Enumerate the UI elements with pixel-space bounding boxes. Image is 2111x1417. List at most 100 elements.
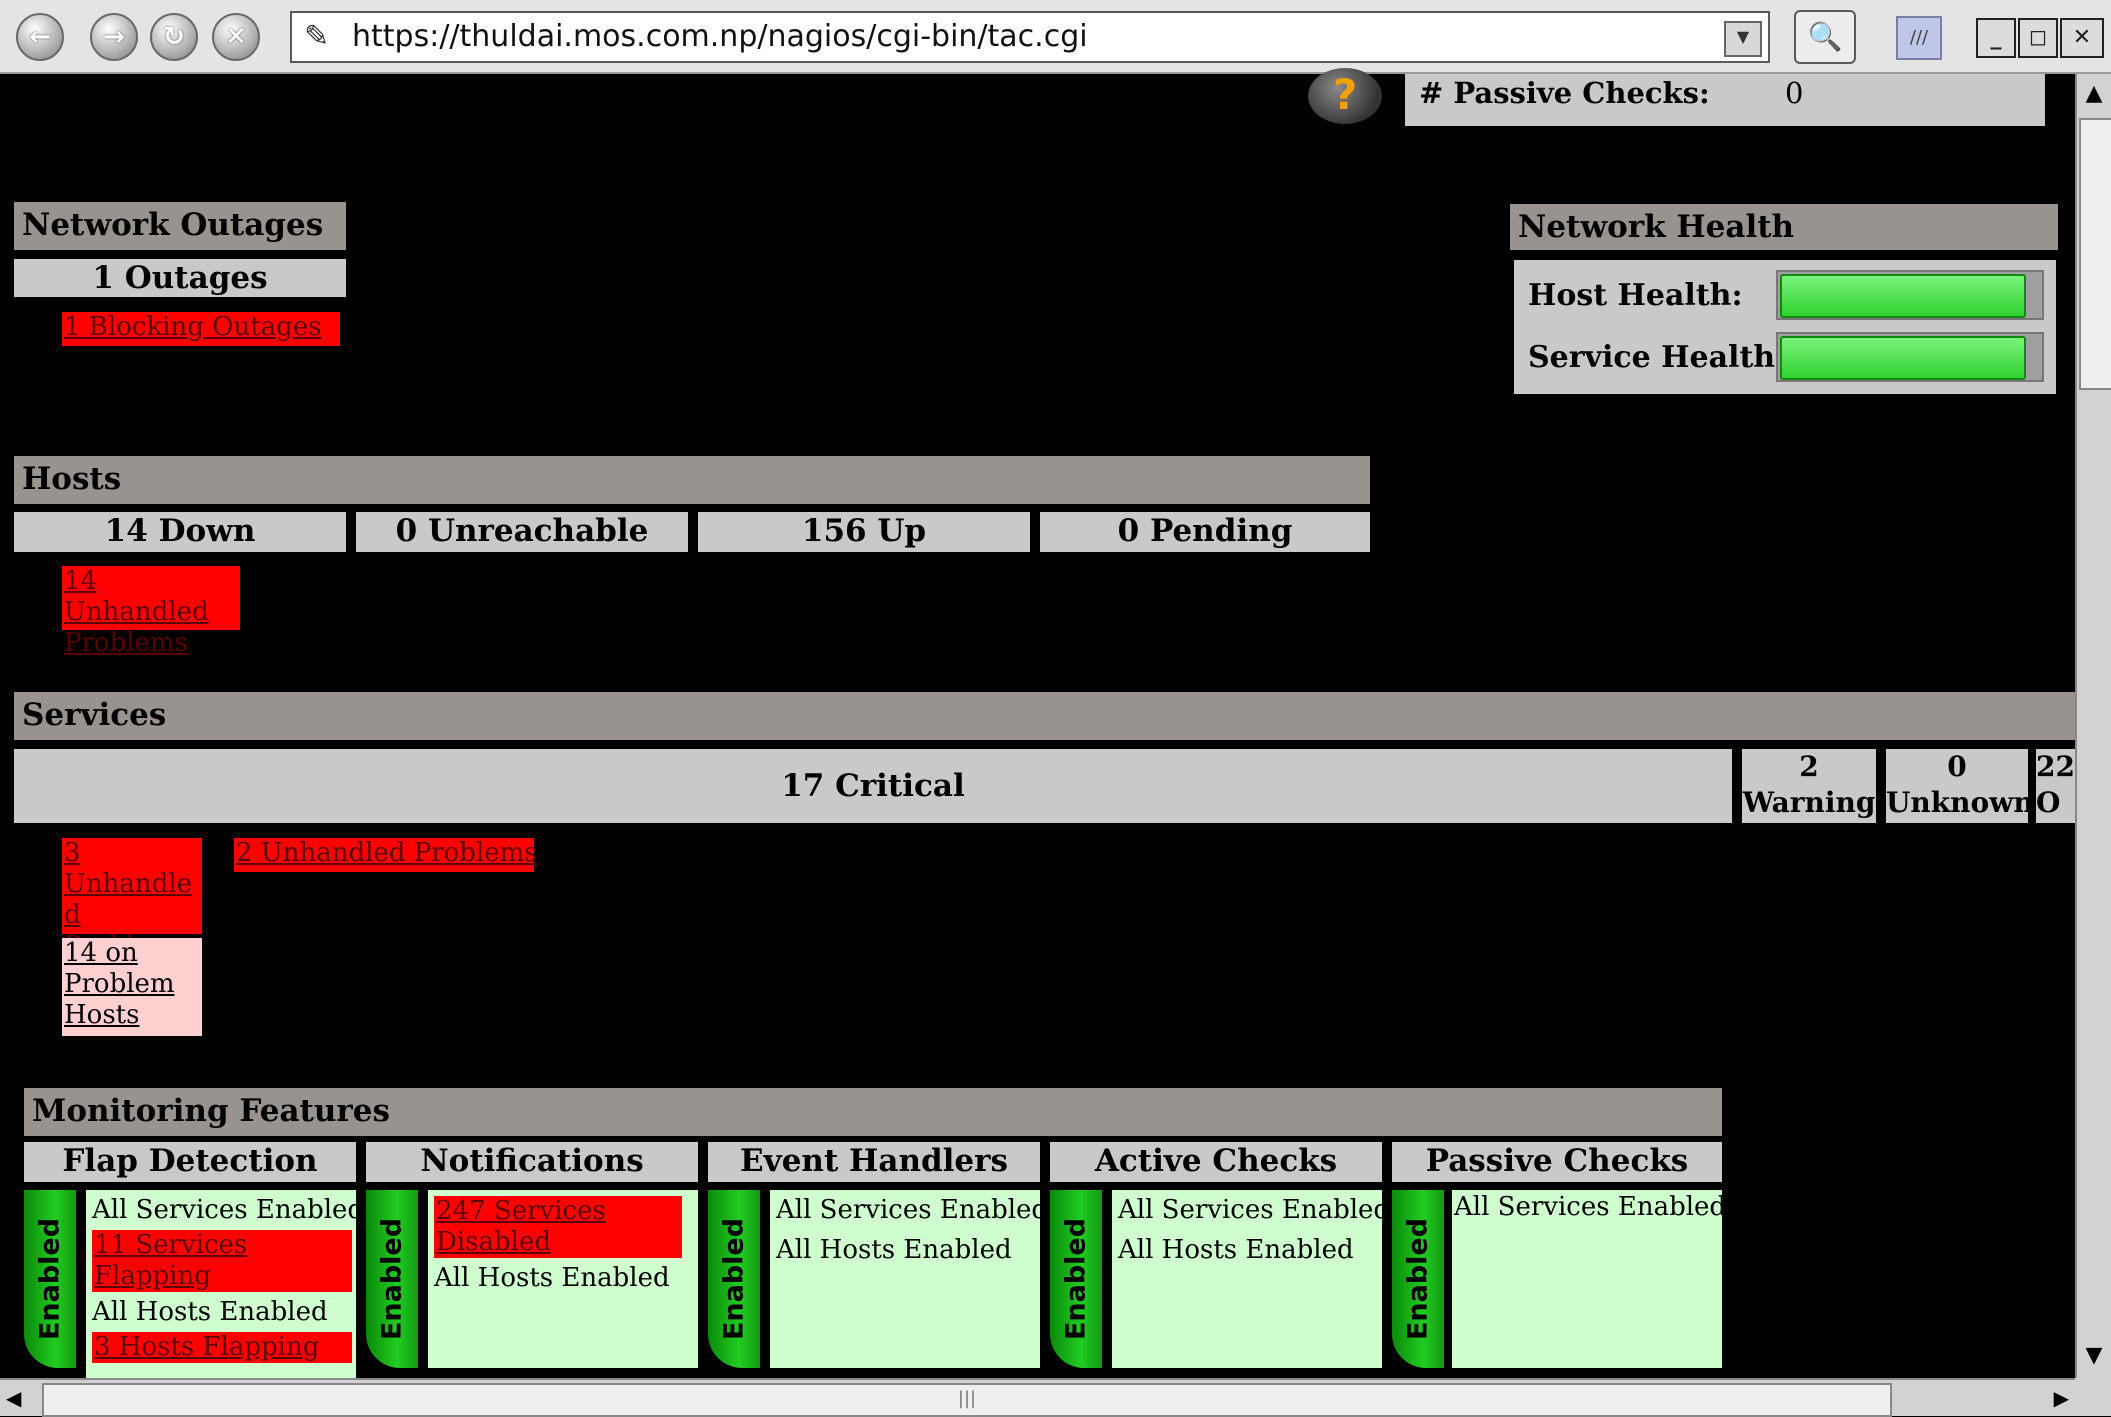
event-handlers-hosts-enabled[interactable]: All Hosts Enabled xyxy=(770,1230,1040,1270)
service-health-fill xyxy=(1780,336,2026,380)
services-critical[interactable]: 17 Critical xyxy=(14,749,1732,823)
outages-count[interactable]: 1 Outages xyxy=(14,259,346,297)
horizontal-scrollbar[interactable]: ◀ ||| ▶ xyxy=(0,1378,2075,1417)
service-health-bar xyxy=(1776,332,2044,382)
activity-indicator: /// xyxy=(1896,16,1942,60)
scroll-right-icon[interactable]: ▶ xyxy=(2039,1382,2069,1414)
stop-button[interactable]: ✕ xyxy=(212,13,260,61)
hosts-unreachable[interactable]: 0 Unreachable xyxy=(356,512,688,552)
warning-label: Warning xyxy=(1742,786,1876,819)
scroll-left-icon[interactable]: ◀ xyxy=(6,1382,36,1414)
ok-count: 22 xyxy=(2036,750,2075,783)
col-passive-checks: Passive Checks xyxy=(1392,1142,1722,1182)
forward-button[interactable]: → xyxy=(90,13,138,61)
unknown-label: Unknown xyxy=(1886,786,2034,819)
minimize-icon: _ xyxy=(1990,25,2002,50)
question-mark-icon: ? xyxy=(1332,70,1358,119)
forward-arrow-icon: → xyxy=(103,22,125,52)
help-icon[interactable]: ? xyxy=(1308,68,1382,124)
browser-toolbar: ← → ↻ ✕ ✎ https://thuldai.mos.com.np/nag… xyxy=(0,0,2111,74)
enabled-label: Enabled xyxy=(34,1217,66,1341)
event-handlers-box: All Services Enabled All Hosts Enabled xyxy=(770,1190,1048,1368)
throbber-icon: /// xyxy=(1909,27,1929,48)
enabled-label: Enabled xyxy=(718,1217,750,1341)
warning-unhandled-problems-link[interactable]: 2 Unhandled Problems xyxy=(234,838,538,872)
blocking-outages-link[interactable]: 1 Blocking Outages xyxy=(62,312,340,346)
active-checks-hosts-enabled[interactable]: All Hosts Enabled xyxy=(1112,1230,1382,1270)
active-checks-enabled-tab[interactable]: Enabled xyxy=(1050,1190,1102,1368)
col-active-checks: Active Checks xyxy=(1050,1142,1382,1182)
back-button[interactable]: ← xyxy=(16,13,64,61)
passive-checks-row: # Passive Checks: 0 xyxy=(1405,74,2045,126)
flap-services-flapping-link[interactable]: 11 Services Flapping xyxy=(92,1230,352,1292)
network-health-panel: Host Health: Service Health: xyxy=(1514,260,2056,394)
passive-checks-enabled-tab[interactable]: Enabled xyxy=(1392,1190,1444,1368)
active-checks-box: All Services Enabled All Hosts Enabled xyxy=(1112,1190,1390,1368)
hosts-header: Hosts xyxy=(14,456,1370,504)
horizontal-scroll-thumb[interactable]: ||| xyxy=(42,1383,1892,1417)
enabled-label: Enabled xyxy=(1060,1217,1092,1341)
page-icon: ✎ xyxy=(304,19,330,54)
event-handlers-services-enabled[interactable]: All Services Enabled xyxy=(770,1190,1048,1230)
hosts-up[interactable]: 156 Up xyxy=(698,512,1030,552)
flap-hosts-enabled[interactable]: All Hosts Enabled xyxy=(86,1292,356,1332)
passive-checks-value: 0 xyxy=(1785,76,1804,110)
scroll-down-icon[interactable]: ▼ xyxy=(2079,1338,2109,1374)
notifications-enabled-tab[interactable]: Enabled xyxy=(366,1190,418,1368)
maximize-button[interactable]: ◻ xyxy=(2018,18,2058,58)
flap-services-enabled[interactable]: All Services Enabled xyxy=(86,1190,356,1230)
url-dropdown-icon[interactable]: ▼ xyxy=(1724,21,1762,57)
notifications-services-disabled-link[interactable]: 247 Services Disabled xyxy=(434,1196,682,1258)
services-unknown[interactable]: 0 Unknown xyxy=(1886,749,2034,823)
col-notifications: Notifications xyxy=(366,1142,698,1182)
critical-unhandled-problems-link[interactable]: 3 Unhandled Problems xyxy=(62,838,202,961)
critical-on-problem-hosts-link[interactable]: 14 on Problem Hosts xyxy=(62,938,202,1036)
warning-count: 2 xyxy=(1799,750,1819,783)
unknown-count: 0 xyxy=(1947,750,1967,783)
passive-checks-box: All Services Enabled xyxy=(1452,1190,1726,1368)
reload-icon: ↻ xyxy=(163,22,185,52)
magnifier-icon: 🔍 xyxy=(1807,20,1843,53)
monitoring-features-header: Monitoring Features xyxy=(24,1088,1722,1136)
url-text[interactable]: https://thuldai.mos.com.np/nagios/cgi-bi… xyxy=(352,13,1088,61)
network-health-header: Network Health xyxy=(1510,204,2058,250)
hosts-unhandled-problems-link[interactable]: 14 Unhandled Problems xyxy=(62,566,240,658)
host-health-label: Host Health: xyxy=(1528,278,1743,313)
ok-label: O xyxy=(2036,786,2061,819)
passive-checks-services-enabled[interactable]: All Services Enabled xyxy=(1452,1190,1726,1224)
maximize-icon: ◻ xyxy=(2028,25,2048,50)
services-header: Services xyxy=(14,692,2076,740)
col-flap-detection: Flap Detection xyxy=(24,1142,356,1182)
url-bar[interactable]: ✎ https://thuldai.mos.com.np/nagios/cgi-… xyxy=(290,11,1770,63)
host-health-fill xyxy=(1780,274,2026,318)
col-event-handlers: Event Handlers xyxy=(708,1142,1040,1182)
event-handlers-enabled-tab[interactable]: Enabled xyxy=(708,1190,760,1368)
hosts-down[interactable]: 14 Down xyxy=(14,512,346,552)
back-arrow-icon: ← xyxy=(29,22,51,52)
stop-icon: ✕ xyxy=(225,22,247,52)
reload-button[interactable]: ↻ xyxy=(150,13,198,61)
host-health-bar xyxy=(1776,270,2044,320)
enabled-label: Enabled xyxy=(376,1217,408,1341)
minimize-button[interactable]: _ xyxy=(1976,18,2016,58)
hosts-pending[interactable]: 0 Pending xyxy=(1040,512,1370,552)
scroll-up-icon[interactable]: ▲ xyxy=(2079,76,2109,112)
vertical-scroll-thumb[interactable] xyxy=(2079,118,2111,390)
notifications-hosts-enabled[interactable]: All Hosts Enabled xyxy=(428,1258,698,1298)
passive-checks-label: # Passive Checks: xyxy=(1419,76,1710,110)
active-checks-services-enabled[interactable]: All Services Enabled xyxy=(1112,1190,1390,1230)
vertical-scrollbar[interactable]: ▲ ▼ xyxy=(2075,74,2111,1378)
network-outages-header: Network Outages xyxy=(14,202,346,250)
enabled-label: Enabled xyxy=(1402,1217,1434,1341)
flap-hosts-flapping-link[interactable]: 3 Hosts Flapping xyxy=(92,1332,352,1363)
services-warning[interactable]: 2 Warning xyxy=(1742,749,1876,823)
search-button[interactable]: 🔍 xyxy=(1794,10,1856,64)
close-button[interactable]: ✕ xyxy=(2060,18,2104,58)
notifications-box: 247 Services Disabled All Hosts Enabled xyxy=(428,1190,698,1368)
scrollbar-corner xyxy=(2075,1378,2111,1416)
flap-detection-enabled-tab[interactable]: Enabled xyxy=(24,1190,76,1368)
service-health-label: Service Health: xyxy=(1528,340,1787,375)
close-icon: ✕ xyxy=(2072,25,2092,50)
flap-detection-box: All Services Enabled 11 Services Flappin… xyxy=(86,1190,356,1378)
services-ok[interactable]: 22 O xyxy=(2036,749,2075,823)
